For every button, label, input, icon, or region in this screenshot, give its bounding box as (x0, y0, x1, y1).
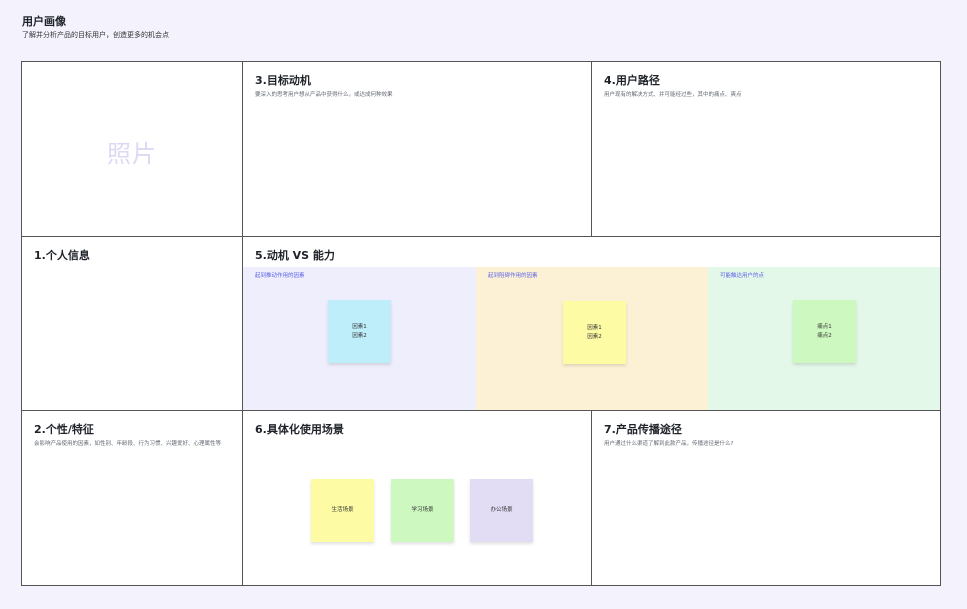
sticky-note[interactable]: 因素1 因素2 (563, 301, 626, 364)
sticky-note-line: 痛点2 (817, 332, 832, 339)
persona-board: 照片 3.目标动机 要深入的思考用户想从产品中获得什么，或达成何种效果 4.用户… (21, 61, 941, 586)
sticky-note-line: 因素1 (587, 324, 602, 331)
section-title: 3.目标动机 (255, 74, 311, 87)
sticky-note[interactable]: 痛点1 痛点2 (793, 300, 856, 363)
section-title: 7.产品传播途径 (604, 423, 682, 436)
section-desc: 会影响产品使用的因素，如性别、年龄段、行为习惯、兴趣爱好、心理属性等 (34, 441, 222, 447)
sticky-note[interactable]: 因素1 因素2 (328, 300, 391, 363)
user-path-cell[interactable]: 4.用户路径 用户现有的解决方式、并可能经过些，其中的痛点、爽点 (592, 62, 940, 236)
zone-touchpoints[interactable]: 可能触达用户的点 痛点1 痛点2 (708, 267, 940, 410)
sticky-note[interactable]: 学习场景 (391, 479, 454, 542)
zone-driving-factors[interactable]: 起到推动作用的因素 因素1 因素2 (243, 267, 476, 410)
traits-cell[interactable]: 2.个性/特征 会影响产品使用的因素，如性别、年龄段、行为习惯、兴趣爱好、心理属… (22, 411, 242, 585)
sticky-note[interactable]: 生活场景 (311, 479, 374, 542)
zone-label: 可能触达用户的点 (720, 273, 765, 279)
section-desc: 要深入的思考用户想从产品中获得什么，或达成何种效果 (255, 92, 393, 98)
sticky-note-line: 办公场景 (490, 507, 513, 514)
page-title: 用户画像 (22, 15, 66, 28)
scenarios-cell[interactable]: 6.具体化使用场景 生活场景 学习场景 办公场景 (243, 411, 591, 585)
section-title: 2.个性/特征 (34, 423, 94, 436)
section-title: 6.具体化使用场景 (255, 423, 344, 436)
sticky-note-line: 因素2 (587, 333, 602, 340)
sticky-note-line: 生活场景 (331, 507, 354, 514)
section-title: 1.个人信息 (34, 249, 90, 262)
sticky-note-line: 因素2 (352, 332, 367, 339)
zone-blocking-factors[interactable]: 起到阻碍作用的因素 因素1 因素2 (476, 267, 708, 410)
propagation-cell[interactable]: 7.产品传播途径 用户通过什么渠道了解到此款产品，传播途径是什么? (592, 411, 940, 585)
zone-label: 起到推动作用的因素 (255, 273, 305, 279)
section-desc: 用户通过什么渠道了解到此款产品，传播途径是什么? (604, 441, 734, 447)
personal-info-cell[interactable]: 1.个人信息 (22, 237, 242, 410)
goal-motivation-cell[interactable]: 3.目标动机 要深入的思考用户想从产品中获得什么，或达成何种效果 (243, 62, 591, 236)
sticky-note-line: 痛点1 (817, 323, 832, 330)
motivation-ability-cell[interactable]: 5.动机 VS 能力 起到推动作用的因素 因素1 因素2 起到阻碍作用的因素 因… (243, 237, 940, 410)
sticky-note-line: 学习场景 (411, 507, 434, 514)
photo-placeholder: 照片 (107, 140, 157, 168)
sticky-note-line: 因素1 (352, 323, 367, 330)
page-subtitle: 了解并分析产品的目标用户，创造更多的机会点 (22, 31, 169, 39)
section-desc: 用户现有的解决方式、并可能经过些，其中的痛点、爽点 (604, 92, 742, 98)
section-title: 5.动机 VS 能力 (255, 249, 335, 262)
zone-label: 起到阻碍作用的因素 (488, 273, 538, 279)
section-title: 4.用户路径 (604, 74, 660, 87)
sticky-note[interactable]: 办公场景 (470, 479, 533, 542)
photo-cell[interactable]: 照片 (22, 62, 242, 236)
